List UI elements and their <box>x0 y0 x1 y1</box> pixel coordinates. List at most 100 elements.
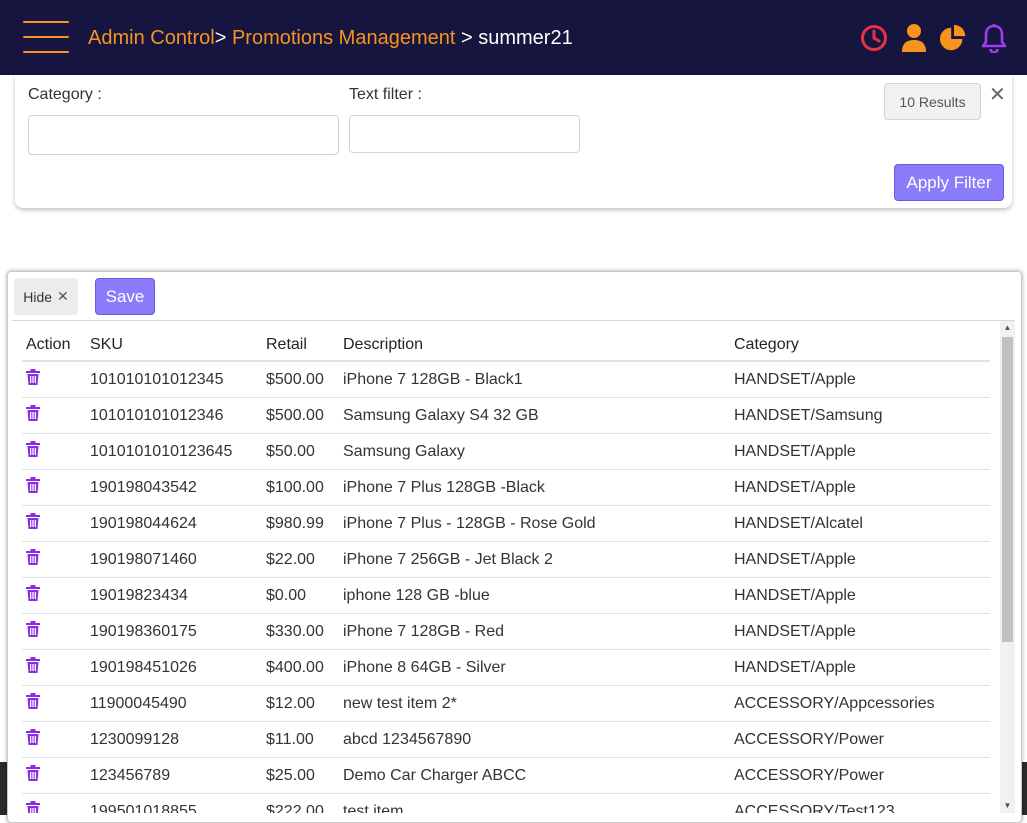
description-cell: iPhone 7 256GB - Jet Black 2 <box>339 541 730 578</box>
trash-icon[interactable] <box>26 477 40 498</box>
scrollbar-thumb[interactable] <box>1002 337 1013 642</box>
breadcrumb-admin-control[interactable]: Admin Control <box>88 27 215 49</box>
retail-cell: $11.00 <box>262 721 339 758</box>
top-navbar: Admin Control> Promotions Management > s… <box>0 0 1027 75</box>
text-filter-input[interactable] <box>349 115 580 153</box>
action-cell <box>22 505 86 542</box>
column-header-sku: SKU <box>86 321 262 362</box>
category-cell: ACCESSORY/Appcessories <box>730 685 990 722</box>
action-cell <box>22 577 86 614</box>
breadcrumb-promotions-management[interactable]: Promotions Management <box>226 27 455 49</box>
action-cell <box>22 469 86 506</box>
table-row: 1230099128 $11.00 abcd 1234567890 ACCESSORY… <box>22 721 990 758</box>
hamburger-menu-icon[interactable] <box>23 21 69 53</box>
sku-cell: 199501018855 <box>86 793 262 813</box>
category-cell: HANDSET/Apple <box>730 541 990 578</box>
retail-cell: $12.00 <box>262 685 339 722</box>
table-row: 123456789 $25.00 Demo Car Charger ABCC ACCE… <box>22 757 990 794</box>
description-cell: Demo Car Charger ABCC <box>339 757 730 794</box>
table-row: 1010101010123645 $50.00 Samsung Galaxy HAND… <box>22 433 990 470</box>
table-body: 101010101012345 $500.00 iPhone 7 128GB - B… <box>22 361 990 813</box>
table-row: 190198043542 $100.00 iPhone 7 Plus 128GB -… <box>22 469 990 506</box>
table-header-row: Action SKU Retail Description Category <box>22 321 990 362</box>
sku-cell: 101010101012345 <box>86 361 262 398</box>
description-cell: iPhone 7 Plus - 128GB - Rose Gold <box>339 505 730 542</box>
user-icon[interactable] <box>899 22 929 54</box>
trash-icon[interactable] <box>26 801 40 813</box>
action-cell <box>22 685 86 722</box>
trash-icon[interactable] <box>26 549 40 570</box>
trash-icon[interactable] <box>26 369 40 390</box>
trash-icon[interactable] <box>26 693 40 714</box>
sku-cell: 190198451026 <box>86 649 262 686</box>
trash-icon[interactable] <box>26 765 40 786</box>
description-cell: iPhone 7 128GB - Black1 <box>339 361 730 398</box>
breadcrumb-current-promotion: summer21 <box>478 27 573 49</box>
sku-cell: 190198044624 <box>86 505 262 542</box>
close-icon: ✕ <box>57 288 69 304</box>
category-cell: HANDSET/Samsung <box>730 397 990 434</box>
table-row: 190198451026 $400.00 iPhone 8 64GB - Silve… <box>22 649 990 686</box>
trash-icon[interactable] <box>26 729 40 750</box>
sku-cell: 123456789 <box>86 757 262 794</box>
retail-cell: $500.00 <box>262 361 339 398</box>
column-header-category: Category <box>730 321 990 362</box>
action-cell <box>22 649 86 686</box>
trash-icon[interactable] <box>26 621 40 642</box>
action-cell <box>22 541 86 578</box>
trash-icon[interactable] <box>26 585 40 606</box>
pie-chart-icon[interactable] <box>939 22 969 54</box>
category-cell: HANDSET/Apple <box>730 577 990 614</box>
table-row: 190198071460 $22.00 iPhone 7 256GB - Jet B… <box>22 541 990 578</box>
trash-icon[interactable] <box>26 405 40 426</box>
description-cell: test item <box>339 793 730 813</box>
category-input[interactable] <box>28 115 339 155</box>
description-cell: iphone 128 GB -blue <box>339 577 730 614</box>
category-cell: ACCESSORY/Power <box>730 757 990 794</box>
retail-cell: $50.00 <box>262 433 339 470</box>
table-row: 190198044624 $980.99 iPhone 7 Plus - 128GB… <box>22 505 990 542</box>
table-row: 101010101012346 $500.00 Samsung Galaxy S4 … <box>22 397 990 434</box>
retail-cell: $25.00 <box>262 757 339 794</box>
close-filter-icon[interactable]: ✕ <box>989 83 1006 107</box>
save-button[interactable]: Save <box>95 278 155 315</box>
trash-icon[interactable] <box>26 513 40 534</box>
results-count-badge: 10 Results <box>884 83 981 120</box>
category-cell: HANDSET/Apple <box>730 613 990 650</box>
vertical-scrollbar[interactable]: ▲ ▼ <box>1000 321 1015 813</box>
apply-filter-button[interactable]: Apply Filter <box>894 164 1004 201</box>
category-label: Category : <box>28 86 102 103</box>
description-cell: iPhone 8 64GB - Silver <box>339 649 730 686</box>
category-cell: ACCESSORY/Power <box>730 721 990 758</box>
retail-cell: $22.00 <box>262 541 339 578</box>
description-cell: iPhone 7 Plus 128GB -Black <box>339 469 730 506</box>
retail-cell: $980.99 <box>262 505 339 542</box>
column-header-description: Description <box>339 321 730 362</box>
clock-icon[interactable] <box>859 22 889 54</box>
scroll-up-arrow-icon[interactable]: ▲ <box>1000 321 1015 335</box>
trash-icon[interactable] <box>26 657 40 678</box>
sku-cell: 190198043542 <box>86 469 262 506</box>
breadcrumb: Admin Control> Promotions Management > s… <box>88 26 573 50</box>
action-cell <box>22 793 86 813</box>
table-row: 11900045490 $12.00 new test item 2* ACCESSO… <box>22 685 990 722</box>
action-cell <box>22 613 86 650</box>
hide-button[interactable]: Hide ✕ <box>14 278 78 315</box>
category-cell: HANDSET/Apple <box>730 433 990 470</box>
action-cell <box>22 433 86 470</box>
bell-icon[interactable] <box>979 22 1009 54</box>
category-cell: HANDSET/Apple <box>730 469 990 506</box>
text-filter-label: Text filter : <box>349 86 422 103</box>
retail-cell: $100.00 <box>262 469 339 506</box>
scroll-down-arrow-icon[interactable]: ▼ <box>1000 799 1015 813</box>
description-cell: Samsung Galaxy S4 32 GB <box>339 397 730 434</box>
retail-cell: $400.00 <box>262 649 339 686</box>
action-cell <box>22 397 86 434</box>
table-row: 19019823434 $0.00 iphone 128 GB -blue HANDS… <box>22 577 990 614</box>
filter-panel: Category : Text filter : 10 Results ✕ Ap… <box>15 75 1012 208</box>
sku-cell: 190198360175 <box>86 613 262 650</box>
trash-icon[interactable] <box>26 441 40 462</box>
category-cell: HANDSET/Apple <box>730 649 990 686</box>
table-row: 199501018855 $222.00 test item ACCESSORY/Te… <box>22 793 990 813</box>
category-cell: HANDSET/Alcatel <box>730 505 990 542</box>
